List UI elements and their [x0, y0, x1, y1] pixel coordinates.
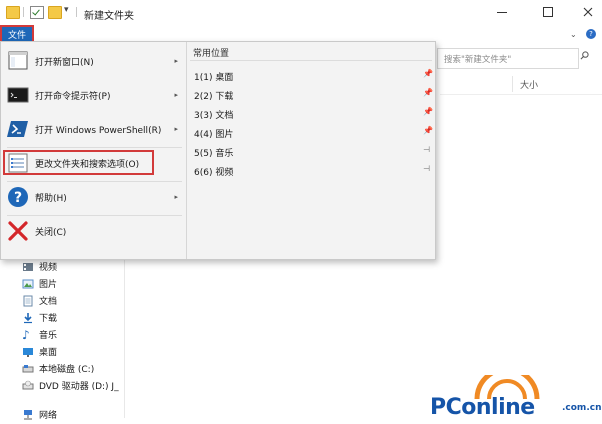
nav-item-desktop[interactable]: 桌面 [22, 343, 57, 360]
new-folder-icon[interactable] [48, 6, 62, 19]
column-header: 大小 [440, 74, 602, 95]
frequent-place-item[interactable]: 1(1) 桌面 📌 [194, 66, 436, 85]
frequent-places-separator [190, 60, 432, 61]
nav-item-network[interactable]: 网络 [22, 406, 57, 423]
menu-item-open-powershell[interactable]: 打开 Windows PowerShell(R) ▸ [3, 114, 184, 144]
powershell-icon [7, 118, 29, 140]
network-icon [22, 409, 34, 421]
quick-access-separator [76, 7, 77, 17]
submenu-arrow-icon: ▸ [174, 193, 178, 201]
music-icon: ♪ [22, 327, 30, 342]
nav-item-music[interactable]: ♪ 音乐 [22, 326, 57, 343]
nav-item-local-disk[interactable]: 本地磁盘 (C:) [22, 360, 94, 377]
dvd-icon [22, 380, 34, 392]
pinned-icon[interactable]: 📌 [423, 107, 433, 116]
svg-text:?: ? [14, 190, 22, 206]
new-window-icon [7, 50, 29, 72]
submenu-arrow-icon: ▸ [174, 91, 178, 99]
menu-item-open-command-prompt[interactable]: 打开命令提示符(P) ▸ [3, 80, 184, 110]
help-icon: ? [7, 186, 29, 208]
minimize-button[interactable] [488, 1, 516, 23]
search-placeholder: 搜索"新建文件夹" [444, 55, 512, 65]
search-icon[interactable] [580, 51, 589, 60]
pconline-watermark: PConline .com.cn [430, 375, 602, 420]
column-size[interactable]: 大小 [520, 78, 538, 91]
close-x-icon [7, 220, 29, 242]
minimize-icon [497, 11, 507, 13]
customize-dropdown-icon[interactable]: ▾ [64, 5, 69, 15]
search-input[interactable]: 搜索"新建文件夹" [437, 48, 579, 69]
frequent-places-title: 常用位置 [193, 49, 230, 59]
unpinned-icon[interactable]: ⊣ [423, 145, 430, 154]
nav-item-pictures[interactable]: 图片 [22, 275, 57, 292]
file-menu: 打开新窗口(N) ▸ 打开命令提示符(P) ▸ 打开 Windows Power… [0, 41, 436, 260]
downloads-icon [22, 312, 34, 324]
videos-icon [22, 261, 34, 273]
properties-check-icon[interactable] [30, 6, 44, 19]
menu-item-open-new-window[interactable]: 打开新窗口(N) ▸ [3, 46, 184, 76]
menu-item-help[interactable]: ? 帮助(H) ▸ [3, 182, 184, 212]
documents-icon [22, 295, 34, 307]
column-divider[interactable] [512, 76, 513, 92]
pinned-icon[interactable]: 📌 [423, 69, 433, 78]
submenu-arrow-icon: ▸ [174, 57, 178, 65]
quick-access-separator [23, 7, 24, 17]
close-window-icon [583, 7, 593, 17]
menu-item-close[interactable]: 关闭(C) [3, 216, 184, 246]
folder-icon [6, 6, 20, 19]
nav-item-videos[interactable]: 视频 [22, 258, 57, 275]
pinned-icon[interactable]: 📌 [423, 126, 433, 135]
frequent-place-item[interactable]: 6(6) 视频 ⊣ [194, 161, 436, 180]
pinned-icon[interactable]: 📌 [423, 88, 433, 97]
ribbon-expand-icon[interactable]: ⌄ [570, 30, 577, 39]
nav-item-documents[interactable]: 文档 [22, 292, 57, 309]
nav-pane: 视频 图片 文档 下载 ♪ 音乐 桌面 本地磁盘 (C:) DVD 驱动器 (D… [0, 258, 124, 421]
watermark-text: PConline [430, 395, 535, 420]
file-menu-commands: 打开新窗口(N) ▸ 打开命令提示符(P) ▸ 打开 Windows Power… [1, 42, 186, 259]
desktop-icon [22, 346, 34, 358]
frequent-place-item[interactable]: 3(3) 文档 📌 [194, 104, 436, 123]
nav-item-dvd[interactable]: DVD 驱动器 (D:) J_ [22, 377, 119, 394]
submenu-arrow-icon: ▸ [174, 125, 178, 133]
frequent-place-item[interactable]: 4(4) 图片 📌 [194, 123, 436, 142]
nav-pane-divider [124, 258, 125, 418]
pictures-icon [22, 278, 34, 290]
close-window-button[interactable] [574, 1, 602, 23]
nav-item-downloads[interactable]: 下载 [22, 309, 57, 326]
drive-icon [22, 363, 34, 375]
frequent-place-item[interactable]: 5(5) 音乐 ⊣ [194, 142, 436, 161]
maximize-button[interactable] [534, 1, 562, 23]
command-prompt-icon [7, 84, 29, 106]
maximize-icon [543, 7, 553, 17]
frequent-place-item[interactable]: 2(2) 下载 📌 [194, 85, 436, 104]
help-icon[interactable]: ? [586, 29, 596, 39]
file-menu-divider [186, 42, 187, 259]
highlight-annotation-box [3, 150, 154, 175]
window-title: 新建文件夹 [84, 11, 134, 22]
unpinned-icon[interactable]: ⊣ [423, 164, 430, 173]
watermark-suffix: .com.cn [562, 403, 602, 413]
title-bar: ▾ 新建文件夹 [0, 0, 602, 26]
